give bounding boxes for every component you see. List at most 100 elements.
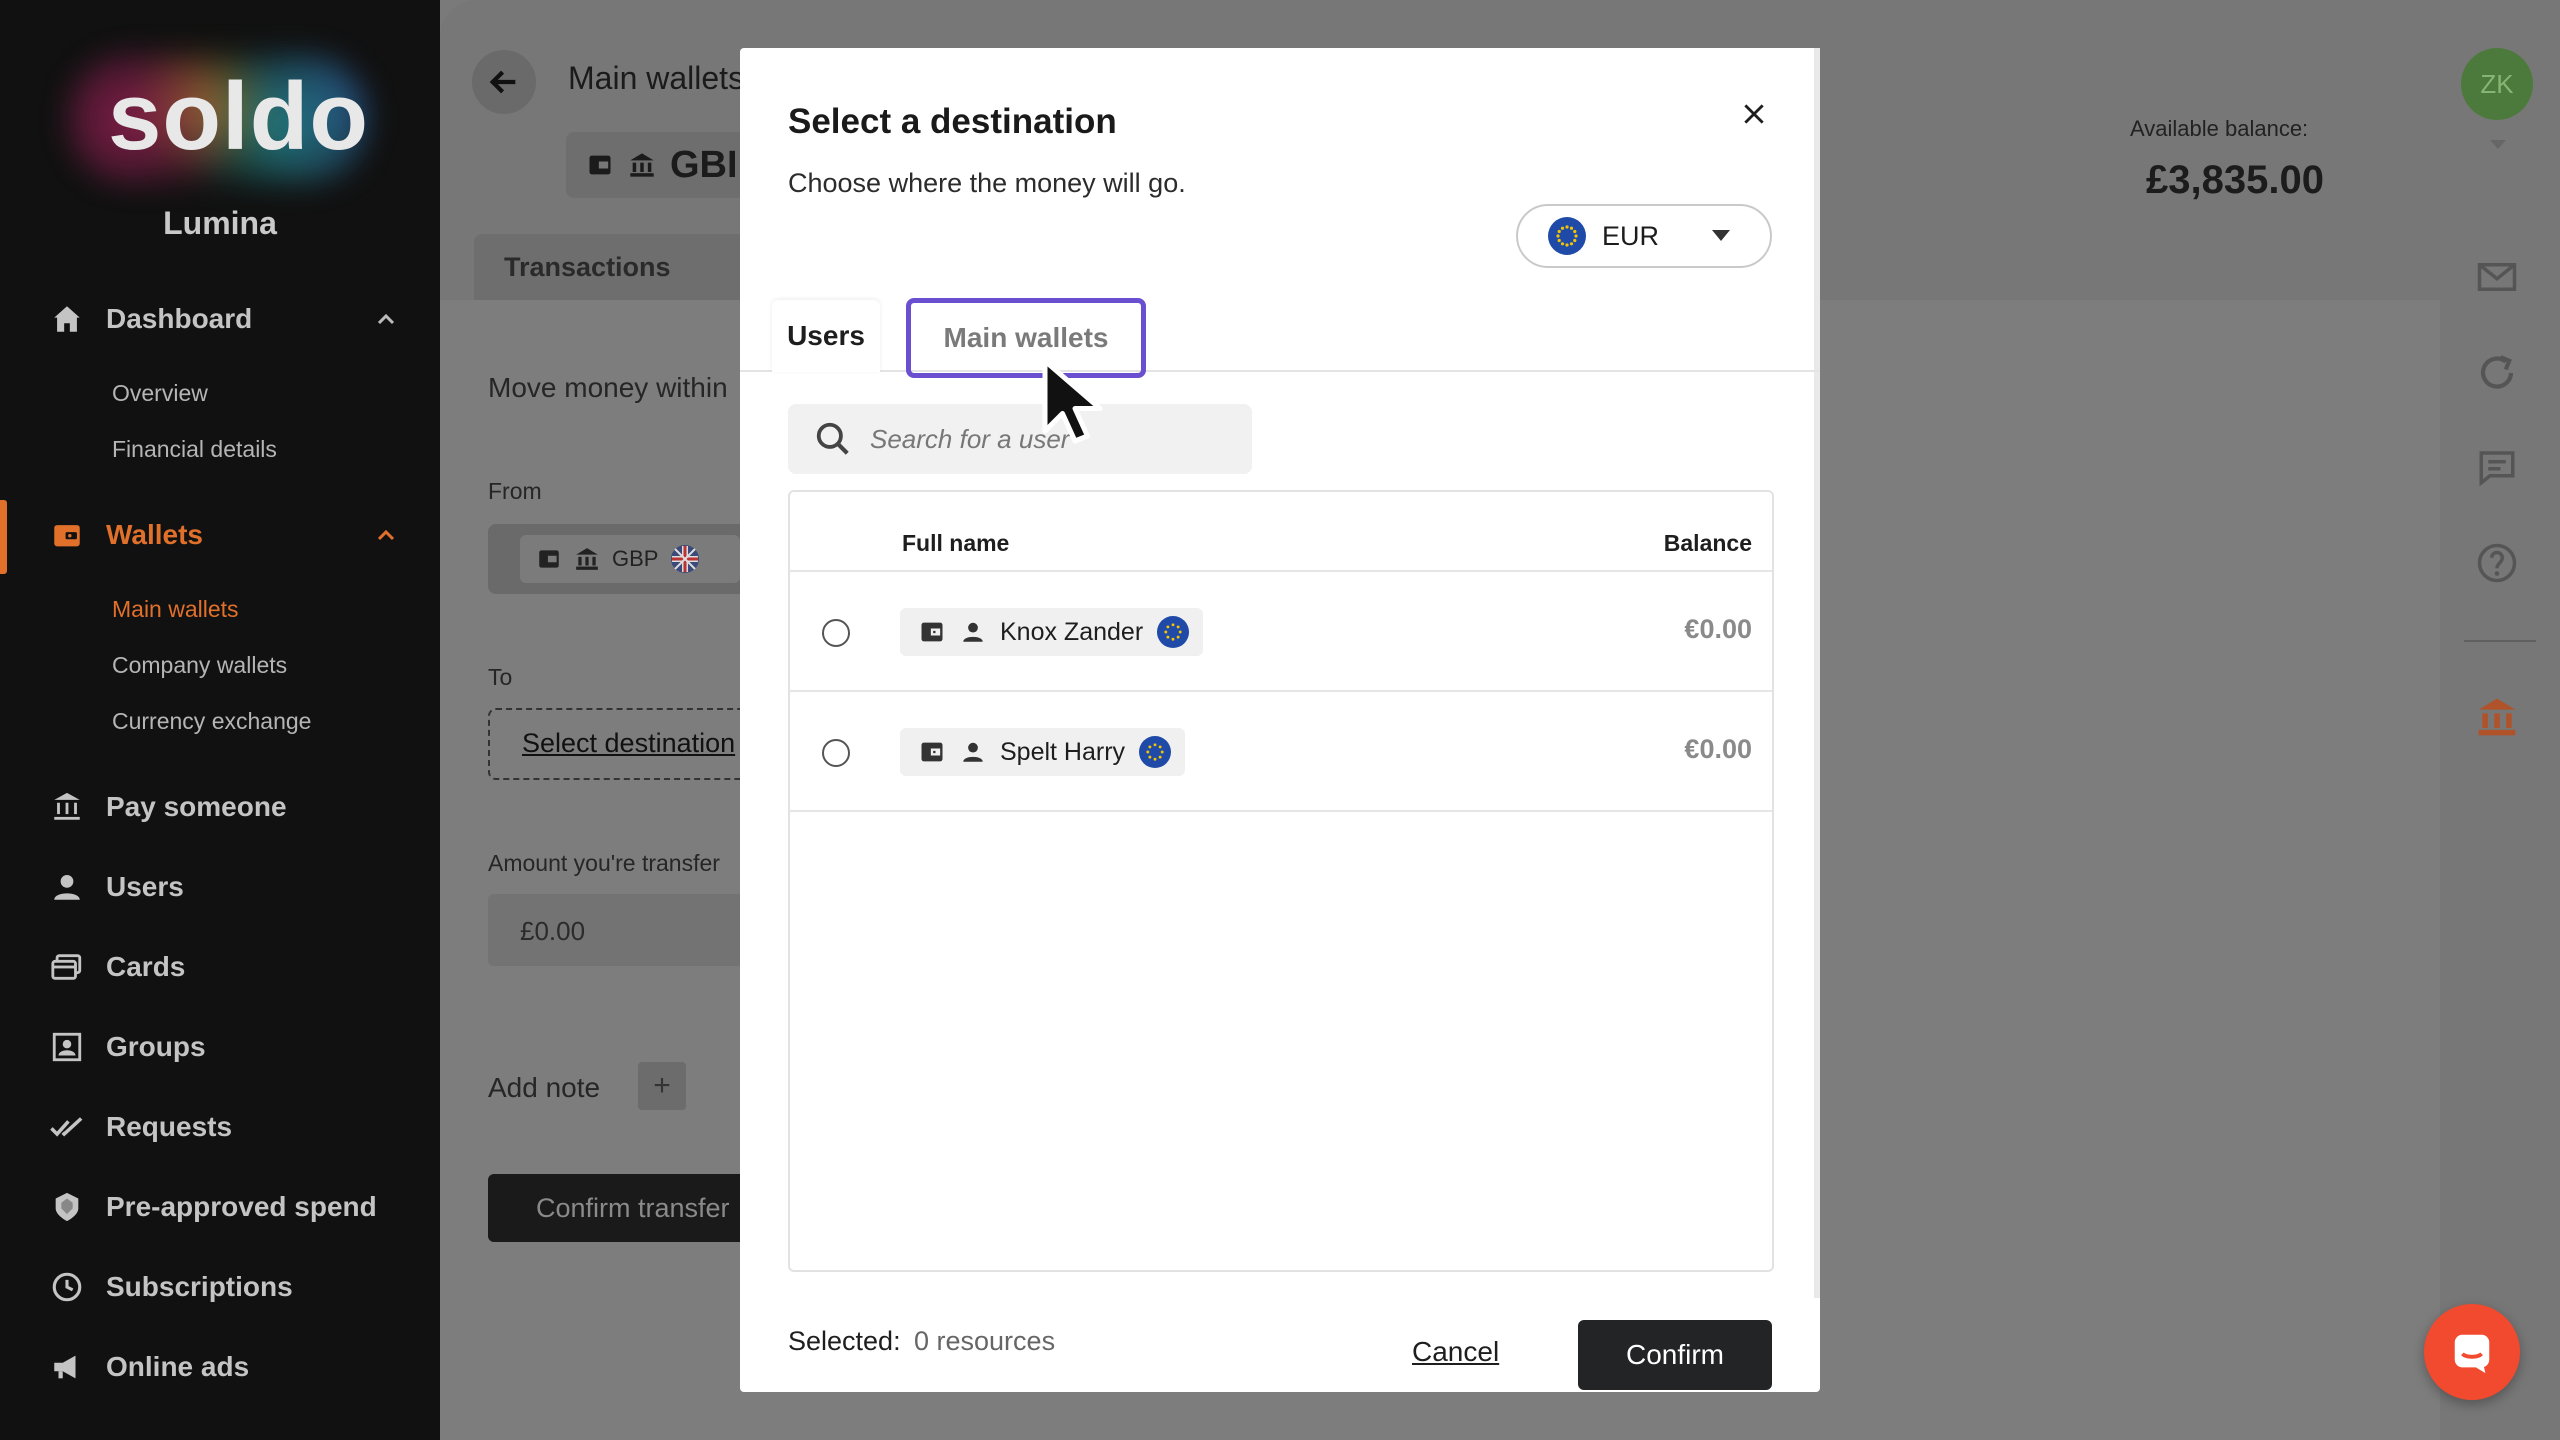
user-icon [50, 870, 84, 904]
tab-transactions[interactable]: Transactions [474, 234, 774, 300]
clock-icon [50, 1270, 84, 1304]
sidebar-item-company-wallets[interactable]: Company wallets [112, 652, 287, 679]
bank-icon [576, 548, 598, 570]
confirm-button[interactable]: Confirm [1578, 1320, 1772, 1390]
table-row[interactable]: Knox Zander €0.00 [790, 570, 1772, 690]
user-icon [963, 622, 983, 642]
groups-icon [50, 1030, 84, 1064]
avatar[interactable]: ZK [2461, 48, 2533, 120]
arrow-left-icon [489, 70, 516, 94]
bank-transfer-icon [50, 790, 84, 824]
sidebar-item-wallets[interactable]: Wallets [50, 518, 203, 552]
add-note-label: Add note [488, 1072, 601, 1103]
modal-title: Select a destination [788, 102, 1117, 141]
eu-flag-icon [1548, 217, 1586, 255]
soldo-logo[interactable]: soldo [68, 54, 368, 184]
wallet-icon [589, 155, 611, 175]
close-button[interactable] [1732, 92, 1776, 136]
chevron-up-icon[interactable] [374, 524, 398, 548]
refresh-icon[interactable] [2474, 350, 2520, 396]
table-divider [790, 810, 1772, 812]
amount-value: £0.00 [520, 916, 586, 946]
row-radio[interactable] [822, 619, 850, 647]
chevron-down-icon[interactable] [2488, 138, 2508, 152]
from-label: From [488, 478, 542, 504]
modal-scrollbar[interactable] [1814, 48, 1820, 1298]
company-name: Lumina [163, 205, 277, 241]
sidebar-item-cards[interactable]: Cards [50, 950, 185, 984]
available-balance: £3,835.00 [2146, 158, 2324, 202]
check-icon [50, 1110, 84, 1144]
move-money-text: Move money within [488, 372, 728, 403]
eu-flag-icon [1139, 736, 1172, 768]
sidebar-item-requests[interactable]: Requests [50, 1110, 232, 1144]
tabs-divider [740, 370, 1820, 372]
tab-main-wallets[interactable]: Main wallets [906, 298, 1146, 378]
currency-select[interactable]: EUR [1516, 204, 1772, 268]
users-table: Full name Balance Knox Zander €0.00 Spel… [788, 490, 1774, 1272]
wallet-icon [921, 742, 943, 762]
back-button[interactable] [472, 50, 536, 114]
user-wallet-chip: Spelt Harry [900, 728, 1186, 776]
support-chat-button[interactable] [2424, 1304, 2520, 1400]
add-note-button[interactable]: + [638, 1062, 686, 1110]
chevron-up-icon[interactable] [374, 308, 398, 332]
column-header-full-name: Full name [902, 530, 1010, 556]
bank-icon[interactable] [2474, 694, 2520, 740]
sidebar-item-currency-exchange[interactable]: Currency exchange [112, 708, 311, 735]
caret-down-icon [1712, 230, 1730, 241]
sidebar-item-subscriptions[interactable]: Subscriptions [50, 1270, 293, 1304]
sidebar: soldo Lumina Dashboard Overview Financia… [0, 0, 440, 1440]
currency-value: EUR [1602, 220, 1660, 251]
wallet-icon [50, 518, 84, 552]
search-field[interactable] [788, 404, 1252, 474]
uk-flag-icon [671, 545, 700, 573]
mail-icon[interactable] [2474, 254, 2520, 300]
select-destination-link[interactable]: Select destination [522, 728, 735, 759]
row-radio[interactable] [822, 739, 850, 767]
search-icon [816, 422, 849, 455]
cancel-button[interactable]: Cancel [1412, 1336, 1499, 1368]
row-balance: €0.00 [1684, 734, 1752, 764]
wallet-currency-chip: GBI [566, 132, 746, 198]
modal-subtitle: Choose where the money will go. [788, 168, 1186, 198]
shield-icon [50, 1190, 84, 1224]
home-icon [50, 302, 84, 336]
rail-divider [2464, 640, 2536, 642]
chat-bubble-icon[interactable] [2474, 444, 2520, 490]
sidebar-item-financial-details[interactable]: Financial details [112, 436, 277, 463]
user-name: Spelt Harry [1000, 737, 1126, 766]
confirm-transfer-button[interactable]: Confirm transfer [488, 1174, 748, 1242]
sidebar-item-users[interactable]: Users [50, 870, 184, 904]
amount-label: Amount you're transfer [488, 850, 720, 876]
user-name: Knox Zander [1000, 617, 1144, 646]
sidebar-item-pre-approved-spend[interactable]: Pre-approved spend [50, 1190, 377, 1224]
eu-flag-icon [1157, 616, 1190, 648]
sidebar-item-online-ads[interactable]: Online ads [50, 1350, 249, 1384]
from-wallet-chip: GBP [520, 535, 740, 583]
active-indicator [0, 500, 7, 574]
tab-users[interactable]: Users [772, 300, 880, 372]
sidebar-item-pay-someone[interactable]: Pay someone [50, 790, 287, 824]
mouse-cursor-icon [1042, 358, 1103, 444]
cards-icon [50, 950, 84, 984]
sidebar-item-overview[interactable]: Overview [112, 380, 208, 407]
select-destination-modal: Select a destination Choose where the mo… [740, 48, 1820, 1392]
chat-icon [2454, 1334, 2490, 1374]
column-header-balance: Balance [1663, 530, 1752, 556]
help-icon[interactable] [2474, 540, 2520, 586]
sidebar-item-groups[interactable]: Groups [50, 1030, 206, 1064]
page-title: Main wallets [568, 60, 745, 96]
megaphone-icon [50, 1350, 84, 1384]
selected-count: 0 resources [914, 1326, 1056, 1356]
wallet-icon [539, 550, 559, 568]
sidebar-item-main-wallets[interactable]: Main wallets [112, 596, 239, 623]
table-row[interactable]: Spelt Harry €0.00 [790, 690, 1772, 810]
to-label: To [488, 664, 513, 690]
user-wallet-chip: Knox Zander [900, 608, 1204, 656]
bank-icon [630, 153, 654, 177]
close-icon [1744, 104, 1764, 124]
wallet-icon [921, 622, 943, 642]
row-balance: €0.00 [1684, 614, 1752, 644]
sidebar-item-dashboard[interactable]: Dashboard [50, 302, 252, 336]
